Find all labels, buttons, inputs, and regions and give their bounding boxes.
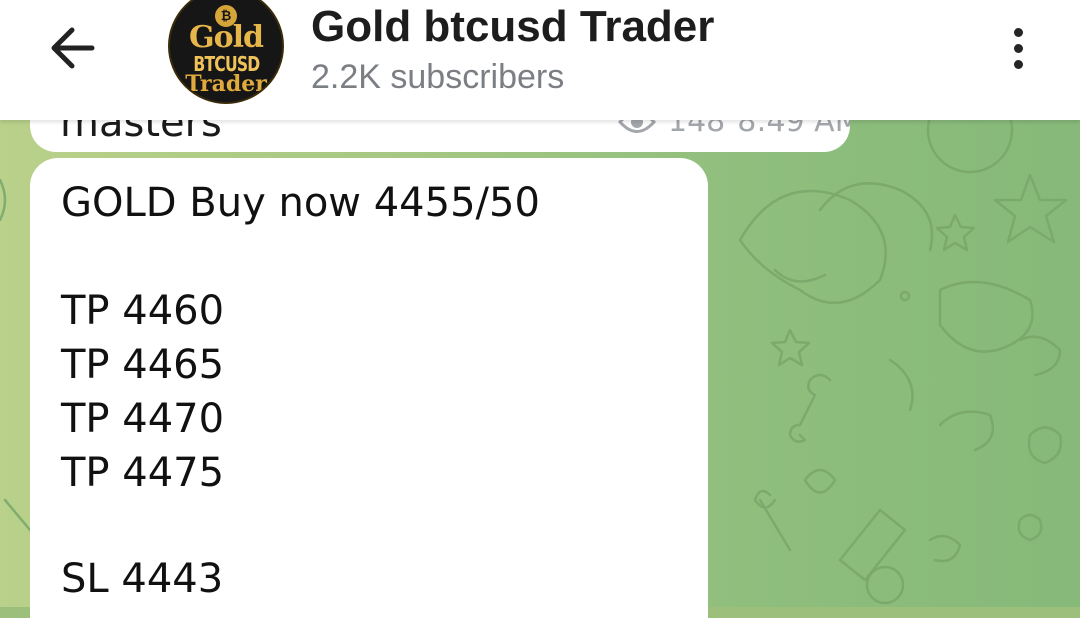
avatar-logo-trader: Trader — [185, 71, 267, 97]
channel-header: ₿ Gold BTCUSD Trader Gold btcusd Trader … — [0, 0, 1080, 120]
menu-dot — [1013, 43, 1023, 53]
menu-dot — [1013, 27, 1023, 37]
message-line: TP 4460 — [61, 288, 225, 334]
back-button[interactable] — [44, 22, 100, 74]
message-bubble[interactable]: GOLD Buy now 4455/50 TP 4460 TP 4465 TP … — [30, 158, 708, 618]
message-line: TP 4470 — [61, 396, 225, 442]
arrow-left-icon — [51, 27, 95, 69]
message-line: GOLD Buy now 4455/50 — [61, 180, 540, 226]
menu-dot — [1013, 59, 1023, 69]
avatar-logo-gold: Gold — [188, 20, 264, 55]
avatar-logo-btcusd: BTCUSD — [192, 52, 260, 76]
message-line: TP 4475 — [61, 450, 225, 496]
channel-title[interactable]: Gold btcusd Trader — [311, 2, 714, 52]
message-line: SL 4443 — [61, 556, 224, 602]
message-line: TP 4465 — [61, 342, 225, 388]
channel-avatar[interactable]: ₿ Gold BTCUSD Trader — [168, 0, 284, 104]
more-options-button[interactable] — [996, 20, 1040, 76]
subscriber-count: 2.2K subscribers — [311, 58, 565, 96]
